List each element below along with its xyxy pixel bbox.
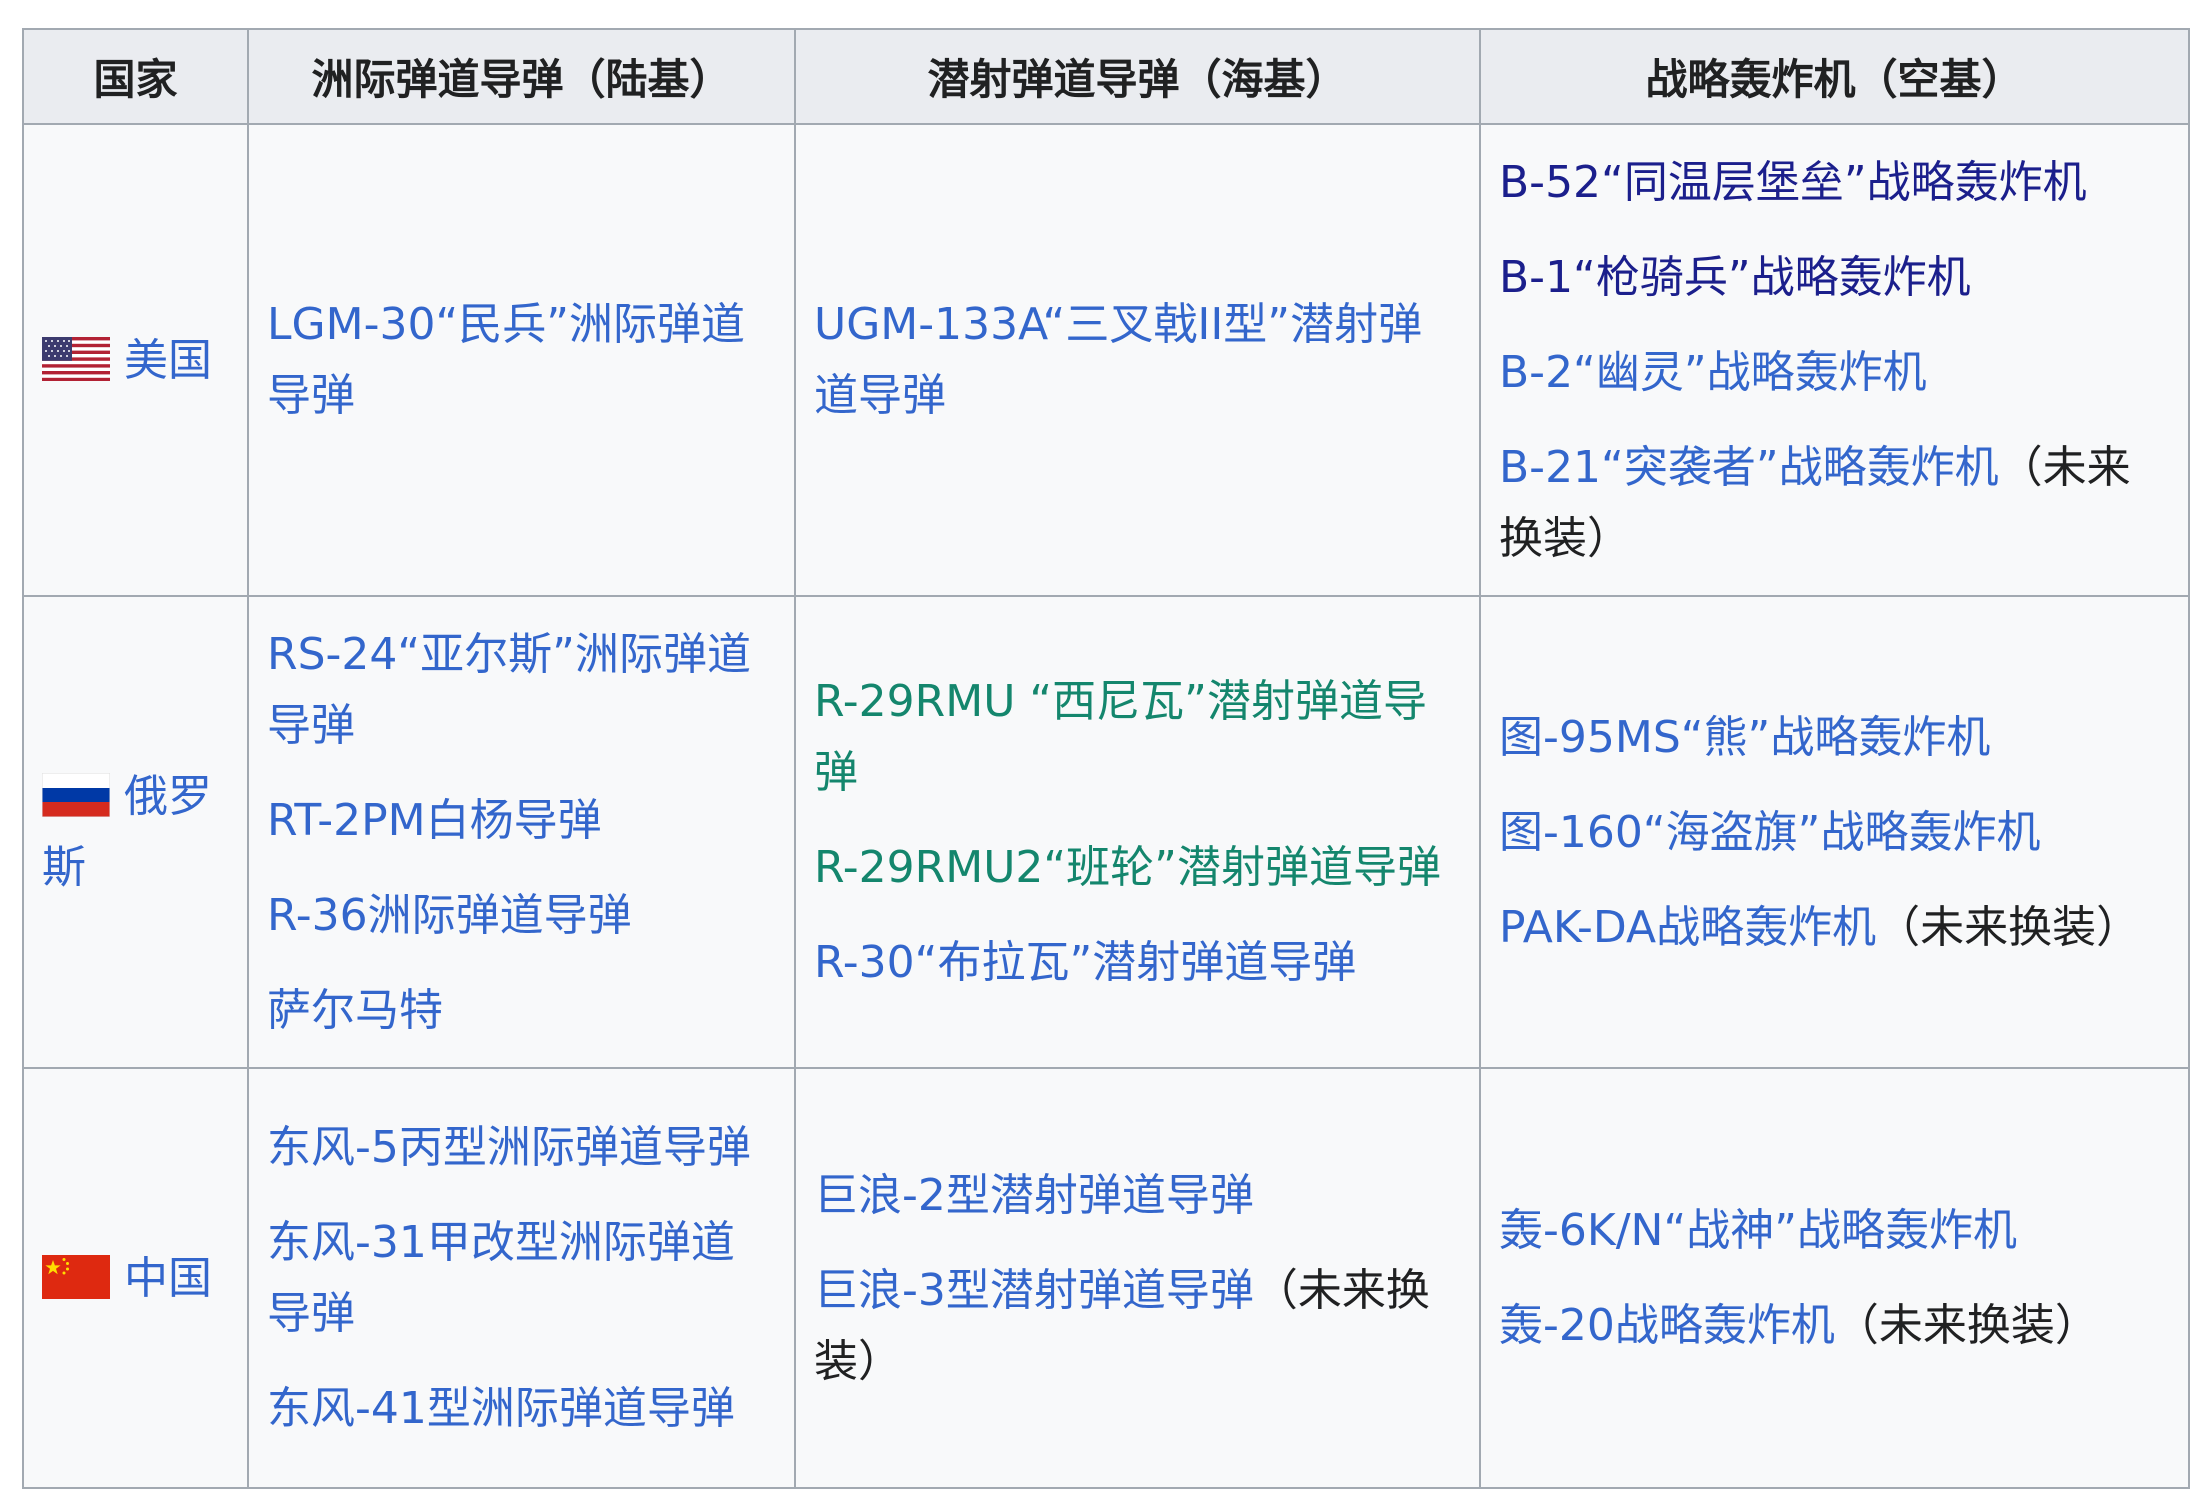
us-flag-icon[interactable] bbox=[42, 336, 110, 381]
icbm-cell-russia: RS-24“亚尔斯”洲际弹道导弹 RT-2PM白杨导弹 R-36洲际弹道导弹 萨… bbox=[247, 595, 796, 1069]
country-cell-russia: 俄罗斯 bbox=[22, 595, 249, 1069]
header-icbm: 洲际弹道导弹（陆基） bbox=[247, 28, 796, 125]
table-header-row: 国家 洲际弹道导弹（陆基） 潜射弹道导弹（海基） 战略轰炸机（空基） bbox=[22, 28, 2190, 125]
bomber-link[interactable]: B-52“同温层堡垒”战略轰炸机 bbox=[1499, 147, 2170, 218]
table-row-us: 美国 LGM-30“民兵”洲际弹道导弹 UGM-133A“三叉戟II型”潜射弹道… bbox=[22, 123, 2190, 597]
bomber-item-with-note: PAK-DA战略轰炸机（未来换装） bbox=[1499, 892, 2170, 963]
bomber-cell-us: B-52“同温层堡垒”战略轰炸机 B-1“枪骑兵”战略轰炸机 B-2“幽灵”战略… bbox=[1479, 123, 2190, 597]
icbm-link[interactable]: RT-2PM白杨导弹 bbox=[267, 785, 776, 856]
china-flag-icon[interactable] bbox=[42, 1254, 110, 1299]
icbm-link[interactable]: LGM-30“民兵”洲际弹道导弹 bbox=[267, 289, 776, 431]
bomber-link[interactable]: PAK-DA战略轰炸机 bbox=[1499, 902, 1876, 953]
bomber-link[interactable]: 轰-6K/N“战神”战略轰炸机 bbox=[1499, 1195, 2170, 1266]
slbm-link[interactable]: 巨浪-3型潜射弹道导弹 bbox=[814, 1265, 1254, 1316]
nuclear-triad-table: 国家 洲际弹道导弹（陆基） 潜射弹道导弹（海基） 战略轰炸机（空基） 美国 LG… bbox=[22, 28, 2190, 1489]
icbm-link[interactable]: 东风-31甲改型洲际弹道导弹 bbox=[267, 1207, 776, 1349]
header-country: 国家 bbox=[22, 28, 249, 125]
icbm-link[interactable]: 萨尔马特 bbox=[267, 975, 776, 1046]
slbm-link[interactable]: UGM-133A“三叉戟II型”潜射弹道导弹 bbox=[814, 289, 1461, 431]
icbm-link[interactable]: 东风-41型洲际弹道导弹 bbox=[267, 1373, 776, 1444]
slbm-link[interactable]: R-29RMU “西尼瓦”潜射弹道导弹 bbox=[814, 666, 1461, 808]
table-row-russia: 俄罗斯 RS-24“亚尔斯”洲际弹道导弹 RT-2PM白杨导弹 R-36洲际弹道… bbox=[22, 595, 2190, 1069]
slbm-cell-us: UGM-133A“三叉戟II型”潜射弹道导弹 bbox=[794, 123, 1481, 597]
bomber-cell-russia: 图-95MS“熊”战略轰炸机 图-160“海盗旗”战略轰炸机 PAK-DA战略轰… bbox=[1479, 595, 2190, 1069]
icbm-cell-china: 东风-5丙型洲际弹道导弹 东风-31甲改型洲际弹道导弹 东风-41型洲际弹道导弹 bbox=[247, 1067, 796, 1489]
bomber-link[interactable]: B-1“枪骑兵”战略轰炸机 bbox=[1499, 242, 2170, 313]
country-link-china[interactable]: 中国 bbox=[124, 1253, 212, 1304]
icbm-link[interactable]: 东风-5丙型洲际弹道导弹 bbox=[267, 1112, 776, 1183]
bomber-link[interactable]: 图-95MS“熊”战略轰炸机 bbox=[1499, 702, 2170, 773]
bomber-link[interactable]: B-2“幽灵”战略轰炸机 bbox=[1499, 337, 2170, 408]
future-note: （未来换装） bbox=[1876, 901, 2141, 953]
icbm-link[interactable]: RS-24“亚尔斯”洲际弹道导弹 bbox=[267, 619, 776, 761]
header-bomber: 战略轰炸机（空基） bbox=[1479, 28, 2190, 125]
header-slbm: 潜射弹道导弹（海基） bbox=[794, 28, 1481, 125]
slbm-link[interactable]: R-29RMU2“班轮”潜射弹道导弹 bbox=[814, 832, 1461, 903]
russia-flag-icon[interactable] bbox=[42, 773, 110, 817]
slbm-cell-china: 巨浪-2型潜射弹道导弹 巨浪-3型潜射弹道导弹（未来换装） bbox=[794, 1067, 1481, 1489]
slbm-link[interactable]: R-30“布拉瓦”潜射弹道导弹 bbox=[814, 927, 1461, 998]
slbm-cell-russia: R-29RMU “西尼瓦”潜射弹道导弹 R-29RMU2“班轮”潜射弹道导弹 R… bbox=[794, 595, 1481, 1069]
bomber-link[interactable]: B-21“突袭者”战略轰炸机 bbox=[1499, 442, 1999, 493]
table-row-china: 中国 东风-5丙型洲际弹道导弹 东风-31甲改型洲际弹道导弹 东风-41型洲际弹… bbox=[22, 1067, 2190, 1489]
slbm-item-with-note: 巨浪-3型潜射弹道导弹（未来换装） bbox=[814, 1255, 1461, 1397]
country-cell-us: 美国 bbox=[22, 123, 249, 597]
bomber-link[interactable]: 图-160“海盗旗”战略轰炸机 bbox=[1499, 797, 2170, 868]
bomber-item-with-note: B-21“突袭者”战略轰炸机（未来换装） bbox=[1499, 432, 2170, 574]
country-cell-china: 中国 bbox=[22, 1067, 249, 1489]
country-link-us[interactable]: 美国 bbox=[124, 335, 212, 386]
bomber-cell-china: 轰-6K/N“战神”战略轰炸机 轰-20战略轰炸机（未来换装） bbox=[1479, 1067, 2190, 1489]
slbm-link[interactable]: 巨浪-2型潜射弹道导弹 bbox=[814, 1160, 1461, 1231]
icbm-cell-us: LGM-30“民兵”洲际弹道导弹 bbox=[247, 123, 796, 597]
future-note: （未来换装） bbox=[1834, 1300, 2099, 1351]
icbm-link[interactable]: R-36洲际弹道导弹 bbox=[267, 880, 776, 951]
bomber-link[interactable]: 轰-20战略轰炸机 bbox=[1499, 1300, 1835, 1351]
bomber-item-with-note: 轰-20战略轰炸机（未来换装） bbox=[1499, 1290, 2170, 1361]
